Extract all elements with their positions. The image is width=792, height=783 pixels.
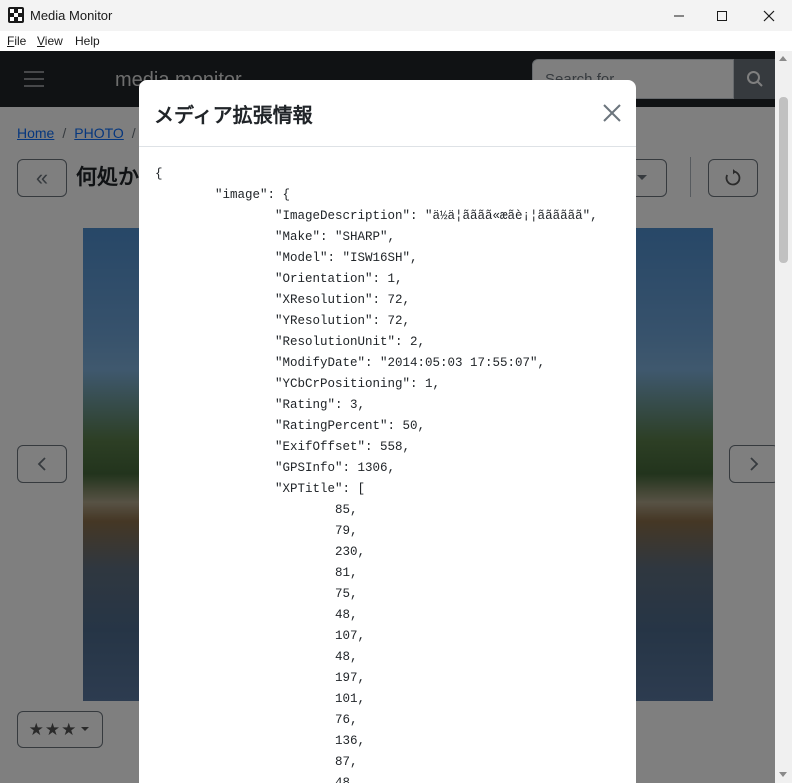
window-titlebar: Media Monitor: [0, 0, 792, 31]
json-line: "ModifyDate": "2014:05:03 17:55:07",: [155, 356, 546, 370]
json-line: {: [155, 167, 163, 181]
json-line: "image": {: [155, 188, 291, 202]
json-line: "Make": "SHARP",: [155, 230, 396, 244]
app-content: media monitor Home/PHOTO/ « 何処か ★★★: [0, 51, 775, 783]
menu-file[interactable]: File: [7, 34, 26, 48]
app-icon: [8, 7, 24, 23]
json-line: 79,: [155, 524, 358, 538]
json-line: 197,: [155, 671, 366, 685]
scroll-up-icon[interactable]: [779, 56, 787, 61]
json-line: "ExifOffset": 558,: [155, 440, 411, 454]
json-line: "YResolution": 72,: [155, 314, 411, 328]
json-line: 75,: [155, 587, 358, 601]
menu-file-label: ile: [14, 34, 27, 48]
minimize-icon: [674, 15, 684, 16]
vertical-scrollbar[interactable]: [775, 51, 792, 783]
maximize-button[interactable]: [699, 0, 745, 31]
json-line: 230,: [155, 545, 366, 559]
menu-view-label: iew: [44, 34, 63, 48]
menu-help[interactable]: Help: [75, 34, 100, 48]
json-line: 136,: [155, 734, 366, 748]
close-window-icon: [763, 10, 775, 21]
json-line: "ImageDescription": "ä½ä¦ãããã«æãè¡¦ããããã…: [155, 209, 598, 223]
json-line: 81,: [155, 566, 358, 580]
json-line: "Orientation": 1,: [155, 272, 403, 286]
json-line: 101,: [155, 692, 366, 706]
menu-view-accesskey: V: [37, 34, 45, 48]
scroll-down-icon[interactable]: [779, 772, 787, 777]
close-window-button[interactable]: [746, 0, 792, 31]
modal-close-button[interactable]: [601, 102, 623, 124]
json-line: 87,: [155, 755, 358, 769]
close-icon: [603, 104, 621, 122]
menu-view[interactable]: View: [37, 34, 63, 48]
json-line: "Model": "ISW16SH",: [155, 251, 418, 265]
json-line: 85,: [155, 503, 358, 517]
menu-help-label: Help: [75, 34, 100, 48]
json-line: "YCbCrPositioning": 1,: [155, 377, 441, 391]
json-line: "Rating": 3,: [155, 398, 366, 412]
json-line: 107,: [155, 629, 366, 643]
menubar: File View Help: [0, 31, 792, 51]
json-line: 76,: [155, 713, 358, 727]
maximize-icon: [717, 10, 727, 21]
window-title: Media Monitor: [30, 8, 113, 23]
json-line: "XResolution": 72,: [155, 293, 411, 307]
json-line: "ResolutionUnit": 2,: [155, 335, 426, 349]
modal-title: メディア拡張情報: [154, 105, 313, 127]
modal-body[interactable]: { "image": { "ImageDescription": "ä½ä¦ãã…: [139, 147, 636, 783]
json-line: 48,: [155, 776, 358, 783]
json-line: 48,: [155, 650, 358, 664]
modal-header: メディア拡張情報: [139, 80, 636, 147]
minimize-button[interactable]: [656, 0, 702, 31]
extended-info-modal: メディア拡張情報 { "image": { "ImageDescription"…: [139, 80, 636, 783]
json-line: "XPTitle": [: [155, 482, 366, 496]
json-line: "RatingPercent": 50,: [155, 419, 426, 433]
json-line: "GPSInfo": 1306,: [155, 461, 396, 475]
json-line: 48,: [155, 608, 358, 622]
scrollbar-thumb[interactable]: [779, 97, 788, 263]
metadata-json: { "image": { "ImageDescription": "ä½ä¦ãã…: [155, 164, 621, 783]
